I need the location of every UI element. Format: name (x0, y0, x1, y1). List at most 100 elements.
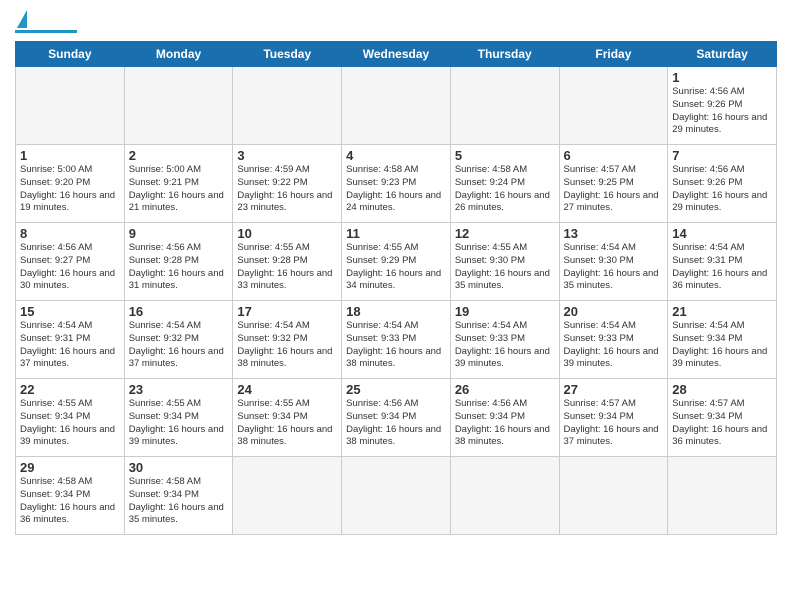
calendar-cell: 18Sunrise: 4:54 AMSunset: 9:33 PMDayligh… (342, 301, 451, 379)
day-info: Sunrise: 4:57 AMSunset: 9:34 PMDaylight:… (672, 398, 772, 449)
day-info: Sunrise: 4:54 AMSunset: 9:34 PMDaylight:… (672, 320, 772, 371)
calendar-week-3: 8Sunrise: 4:56 AMSunset: 9:27 PMDaylight… (16, 223, 777, 301)
calendar-cell (233, 67, 342, 145)
day-number: 6 (564, 148, 664, 163)
day-number: 12 (455, 226, 555, 241)
day-header-wednesday: Wednesday (342, 42, 451, 67)
calendar-cell: 14Sunrise: 4:54 AMSunset: 9:31 PMDayligh… (668, 223, 777, 301)
day-number: 29 (20, 460, 120, 475)
calendar-cell (124, 67, 233, 145)
day-number: 28 (672, 382, 772, 397)
calendar: SundayMondayTuesdayWednesdayThursdayFrid… (15, 41, 777, 535)
calendar-cell: 27Sunrise: 4:57 AMSunset: 9:34 PMDayligh… (559, 379, 668, 457)
day-info: Sunrise: 4:55 AMSunset: 9:34 PMDaylight:… (20, 398, 120, 449)
calendar-cell: 23Sunrise: 4:55 AMSunset: 9:34 PMDayligh… (124, 379, 233, 457)
calendar-cell: 10Sunrise: 4:55 AMSunset: 9:28 PMDayligh… (233, 223, 342, 301)
calendar-cell: 22Sunrise: 4:55 AMSunset: 9:34 PMDayligh… (16, 379, 125, 457)
logo (15, 10, 77, 33)
day-info: Sunrise: 5:00 AMSunset: 9:20 PMDaylight:… (20, 164, 120, 215)
calendar-cell: 21Sunrise: 4:54 AMSunset: 9:34 PMDayligh… (668, 301, 777, 379)
day-number: 24 (237, 382, 337, 397)
calendar-cell: 13Sunrise: 4:54 AMSunset: 9:30 PMDayligh… (559, 223, 668, 301)
day-info: Sunrise: 4:58 AMSunset: 9:24 PMDaylight:… (455, 164, 555, 215)
calendar-cell: 3Sunrise: 4:59 AMSunset: 9:22 PMDaylight… (233, 145, 342, 223)
day-header-tuesday: Tuesday (233, 42, 342, 67)
calendar-cell: 6Sunrise: 4:57 AMSunset: 9:25 PMDaylight… (559, 145, 668, 223)
day-info: Sunrise: 4:55 AMSunset: 9:30 PMDaylight:… (455, 242, 555, 293)
calendar-week-2: 1Sunrise: 5:00 AMSunset: 9:20 PMDaylight… (16, 145, 777, 223)
day-info: Sunrise: 4:56 AMSunset: 9:34 PMDaylight:… (346, 398, 446, 449)
day-header-monday: Monday (124, 42, 233, 67)
day-info: Sunrise: 4:56 AMSunset: 9:28 PMDaylight:… (129, 242, 229, 293)
header (15, 10, 777, 33)
calendar-cell (233, 457, 342, 535)
day-number: 15 (20, 304, 120, 319)
calendar-cell: 28Sunrise: 4:57 AMSunset: 9:34 PMDayligh… (668, 379, 777, 457)
day-info: Sunrise: 4:59 AMSunset: 9:22 PMDaylight:… (237, 164, 337, 215)
day-number: 2 (129, 148, 229, 163)
calendar-cell: 17Sunrise: 4:54 AMSunset: 9:32 PMDayligh… (233, 301, 342, 379)
calendar-cell (450, 67, 559, 145)
day-number: 5 (455, 148, 555, 163)
day-info: Sunrise: 4:54 AMSunset: 9:30 PMDaylight:… (564, 242, 664, 293)
day-number: 17 (237, 304, 337, 319)
day-number: 30 (129, 460, 229, 475)
calendar-cell: 5Sunrise: 4:58 AMSunset: 9:24 PMDaylight… (450, 145, 559, 223)
day-number: 18 (346, 304, 446, 319)
day-info: Sunrise: 4:54 AMSunset: 9:33 PMDaylight:… (455, 320, 555, 371)
calendar-cell: 16Sunrise: 4:54 AMSunset: 9:32 PMDayligh… (124, 301, 233, 379)
day-info: Sunrise: 4:54 AMSunset: 9:33 PMDaylight:… (564, 320, 664, 371)
day-info: Sunrise: 4:54 AMSunset: 9:31 PMDaylight:… (672, 242, 772, 293)
calendar-cell: 1Sunrise: 5:00 AMSunset: 9:20 PMDaylight… (16, 145, 125, 223)
calendar-cell: 4Sunrise: 4:58 AMSunset: 9:23 PMDaylight… (342, 145, 451, 223)
day-info: Sunrise: 4:57 AMSunset: 9:25 PMDaylight:… (564, 164, 664, 215)
calendar-cell (16, 67, 125, 145)
day-number: 22 (20, 382, 120, 397)
calendar-cell: 1Sunrise: 4:56 AMSunset: 9:26 PMDaylight… (668, 67, 777, 145)
day-info: Sunrise: 4:55 AMSunset: 9:34 PMDaylight:… (237, 398, 337, 449)
calendar-cell: 24Sunrise: 4:55 AMSunset: 9:34 PMDayligh… (233, 379, 342, 457)
day-number: 1 (672, 70, 772, 85)
day-info: Sunrise: 4:55 AMSunset: 9:34 PMDaylight:… (129, 398, 229, 449)
day-number: 25 (346, 382, 446, 397)
day-info: Sunrise: 4:56 AMSunset: 9:26 PMDaylight:… (672, 164, 772, 215)
day-info: Sunrise: 5:00 AMSunset: 9:21 PMDaylight:… (129, 164, 229, 215)
day-header-thursday: Thursday (450, 42, 559, 67)
day-info: Sunrise: 4:54 AMSunset: 9:32 PMDaylight:… (129, 320, 229, 371)
calendar-week-5: 22Sunrise: 4:55 AMSunset: 9:34 PMDayligh… (16, 379, 777, 457)
calendar-cell: 7Sunrise: 4:56 AMSunset: 9:26 PMDaylight… (668, 145, 777, 223)
calendar-cell: 29Sunrise: 4:58 AMSunset: 9:34 PMDayligh… (16, 457, 125, 535)
calendar-cell (342, 67, 451, 145)
day-info: Sunrise: 4:56 AMSunset: 9:27 PMDaylight:… (20, 242, 120, 293)
calendar-cell: 11Sunrise: 4:55 AMSunset: 9:29 PMDayligh… (342, 223, 451, 301)
calendar-cell: 26Sunrise: 4:56 AMSunset: 9:34 PMDayligh… (450, 379, 559, 457)
calendar-cell: 2Sunrise: 5:00 AMSunset: 9:21 PMDaylight… (124, 145, 233, 223)
calendar-cell: 30Sunrise: 4:58 AMSunset: 9:34 PMDayligh… (124, 457, 233, 535)
calendar-cell (668, 457, 777, 535)
calendar-week-1: 1Sunrise: 4:56 AMSunset: 9:26 PMDaylight… (16, 67, 777, 145)
day-info: Sunrise: 4:55 AMSunset: 9:29 PMDaylight:… (346, 242, 446, 293)
calendar-cell: 25Sunrise: 4:56 AMSunset: 9:34 PMDayligh… (342, 379, 451, 457)
day-number: 21 (672, 304, 772, 319)
day-info: Sunrise: 4:54 AMSunset: 9:32 PMDaylight:… (237, 320, 337, 371)
day-number: 16 (129, 304, 229, 319)
day-header-sunday: Sunday (16, 42, 125, 67)
day-info: Sunrise: 4:54 AMSunset: 9:33 PMDaylight:… (346, 320, 446, 371)
day-number: 3 (237, 148, 337, 163)
logo-triangle-icon (17, 10, 27, 28)
day-number: 19 (455, 304, 555, 319)
day-number: 1 (20, 148, 120, 163)
day-info: Sunrise: 4:58 AMSunset: 9:34 PMDaylight:… (129, 476, 229, 527)
calendar-cell: 12Sunrise: 4:55 AMSunset: 9:30 PMDayligh… (450, 223, 559, 301)
day-info: Sunrise: 4:54 AMSunset: 9:31 PMDaylight:… (20, 320, 120, 371)
day-info: Sunrise: 4:56 AMSunset: 9:26 PMDaylight:… (672, 86, 772, 137)
day-number: 10 (237, 226, 337, 241)
day-number: 11 (346, 226, 446, 241)
day-header-friday: Friday (559, 42, 668, 67)
day-number: 13 (564, 226, 664, 241)
day-number: 27 (564, 382, 664, 397)
calendar-cell: 8Sunrise: 4:56 AMSunset: 9:27 PMDaylight… (16, 223, 125, 301)
calendar-cell: 20Sunrise: 4:54 AMSunset: 9:33 PMDayligh… (559, 301, 668, 379)
calendar-cell: 15Sunrise: 4:54 AMSunset: 9:31 PMDayligh… (16, 301, 125, 379)
day-info: Sunrise: 4:56 AMSunset: 9:34 PMDaylight:… (455, 398, 555, 449)
